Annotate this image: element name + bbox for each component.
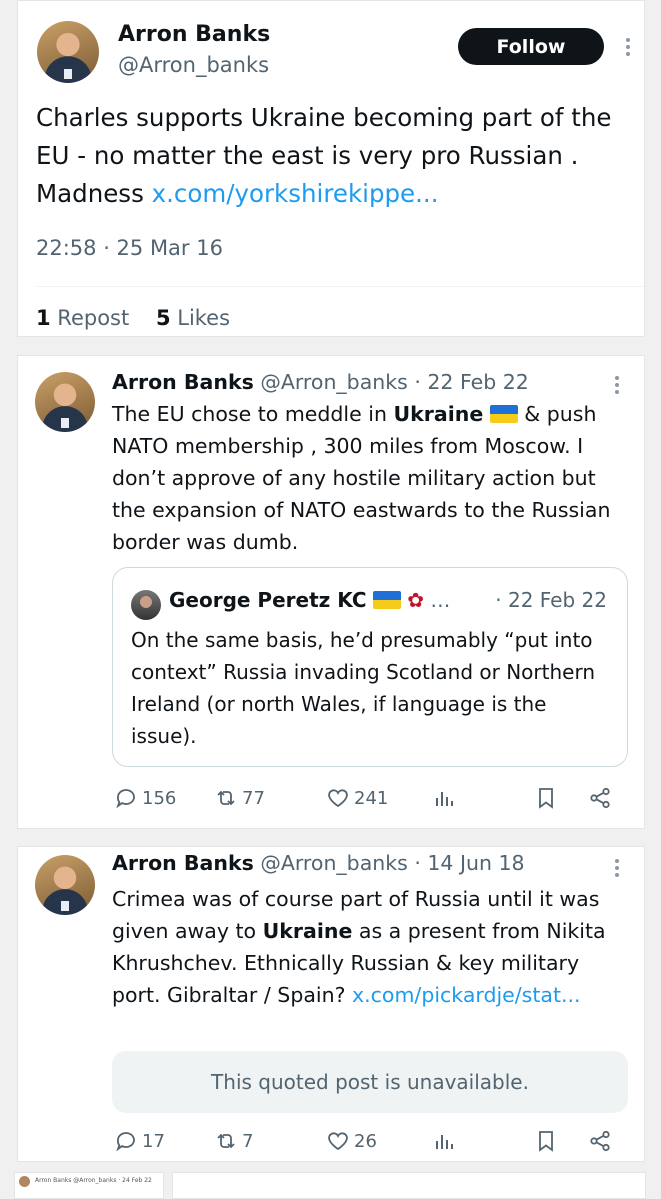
tweet-text: The EU chose to meddle in Ukraine & push… <box>112 398 632 558</box>
views-button[interactable] <box>432 786 460 810</box>
author-avatar[interactable] <box>35 372 95 432</box>
main-post-card: Arron Banks @Arron_banks Follow Charles … <box>17 0 645 337</box>
like-count: 241 <box>354 787 389 809</box>
author-name[interactable]: Arron Banks <box>112 851 254 875</box>
author-name[interactable]: Arron Banks <box>112 370 254 394</box>
reply-count: 17 <box>142 1130 165 1152</box>
highlight-term: Ukraine <box>393 402 484 426</box>
tweet-text-part: The EU chose to meddle in <box>112 402 394 426</box>
author-name[interactable]: Arron Banks <box>118 22 270 47</box>
share-icon <box>590 787 610 809</box>
share-icon <box>590 1130 610 1152</box>
tweet-actions: 156 77 241 <box>114 786 624 816</box>
like-icon <box>328 1132 348 1151</box>
quoted-post-unavailable: This quoted post is unavailable. <box>112 1051 628 1113</box>
quote-header: George Peretz KC ✿ … <box>169 588 450 612</box>
quote-author-suffix: … <box>430 588 451 612</box>
quote-text: On the same basis, he’d presumably “put … <box>131 628 596 748</box>
like-button[interactable]: 26 <box>326 1129 377 1153</box>
repost-count: 77 <box>242 787 265 809</box>
likes-count: 5 <box>155 306 171 330</box>
ukraine-flag-icon <box>372 591 401 609</box>
quoted-tweet[interactable]: George Peretz KC ✿ … · 22 Feb 22 On the … <box>112 567 628 767</box>
bookmark-button[interactable] <box>534 786 562 810</box>
share-button[interactable] <box>588 786 616 810</box>
author-avatar <box>19 1176 30 1187</box>
quote-date: · 22 Feb 22 <box>495 588 607 612</box>
tweet-card[interactable]: Arron Banks @Arron_banks · 14 Jun 18 Cri… <box>17 846 645 1162</box>
quote-author-name: George Peretz KC <box>169 588 367 612</box>
reposts-count: 1 <box>36 306 51 330</box>
tweet-link[interactable]: x.com/pickardje/stat... <box>352 983 581 1007</box>
bookmark-icon <box>539 788 553 809</box>
tweet-card[interactable]: Arron Banks @Arron_banks · 22 Feb 22 The… <box>17 355 645 829</box>
tweet-text: Crimea was of course part of Russia unti… <box>112 883 632 1011</box>
reply-button[interactable]: 156 <box>114 786 176 810</box>
views-icon <box>436 792 453 806</box>
reply-icon <box>116 789 135 809</box>
highlight-term: Ukraine <box>262 919 353 943</box>
like-button[interactable]: 241 <box>326 786 388 810</box>
repost-icon <box>217 1133 235 1149</box>
preview-text: Arron Banks @Arron_banks · 24 Feb 22 <box>35 1177 152 1184</box>
tweet-header: Arron Banks @Arron_banks · 14 Jun 18 <box>112 851 525 875</box>
repost-count: 7 <box>242 1130 254 1152</box>
author-handle[interactable]: @Arron_banks · 14 Jun 18 <box>260 851 524 875</box>
likes-label: Likes <box>170 306 231 330</box>
tweet-actions: 17 7 26 <box>114 1129 624 1159</box>
next-card-preview <box>172 1172 646 1199</box>
more-icon[interactable] <box>625 38 631 59</box>
more-icon[interactable] <box>614 859 620 880</box>
repost-icon <box>217 790 235 806</box>
reposts-stat[interactable]: 1 Repost <box>36 306 129 330</box>
author-avatar[interactable] <box>37 21 99 83</box>
likes-stat[interactable]: 5 Likes <box>156 306 230 330</box>
ukraine-flag-icon <box>489 405 518 423</box>
bookmark-button[interactable] <box>534 1129 562 1153</box>
author-avatar[interactable] <box>35 855 95 915</box>
reply-count: 156 <box>142 787 177 809</box>
post-link[interactable]: x.com/yorkshirekippe... <box>152 179 439 208</box>
post-stats: 1 Repost 5 Likes <box>36 306 230 330</box>
quote-author-avatar <box>131 590 161 620</box>
divider <box>36 286 644 287</box>
repost-button[interactable]: 7 <box>214 1129 253 1153</box>
author-handle[interactable]: @Arron_banks <box>118 53 269 77</box>
post-timestamp[interactable]: 22:58 · 25 Mar 16 <box>36 236 223 260</box>
views-button[interactable] <box>432 1129 460 1153</box>
views-icon <box>436 1135 453 1149</box>
follow-button[interactable]: Follow <box>458 28 604 65</box>
author-handle[interactable]: @Arron_banks · 22 Feb 22 <box>260 370 529 394</box>
more-icon[interactable] <box>614 376 620 397</box>
next-tweet-preview[interactable]: Arron Banks @Arron_banks · 24 Feb 22 <box>14 1172 164 1199</box>
rose-icon: ✿ <box>407 588 425 612</box>
post-text: Charles supports Ukraine becoming part o… <box>36 99 641 213</box>
bookmark-icon <box>539 1131 553 1152</box>
reply-button[interactable]: 17 <box>114 1129 165 1153</box>
reply-icon <box>116 1132 135 1152</box>
repost-button[interactable]: 77 <box>214 786 265 810</box>
like-icon <box>328 789 348 808</box>
share-button[interactable] <box>588 1129 616 1153</box>
like-count: 26 <box>354 1130 377 1152</box>
tweet-header: Arron Banks @Arron_banks · 22 Feb 22 <box>112 370 529 394</box>
reposts-label: Repost <box>50 306 130 330</box>
